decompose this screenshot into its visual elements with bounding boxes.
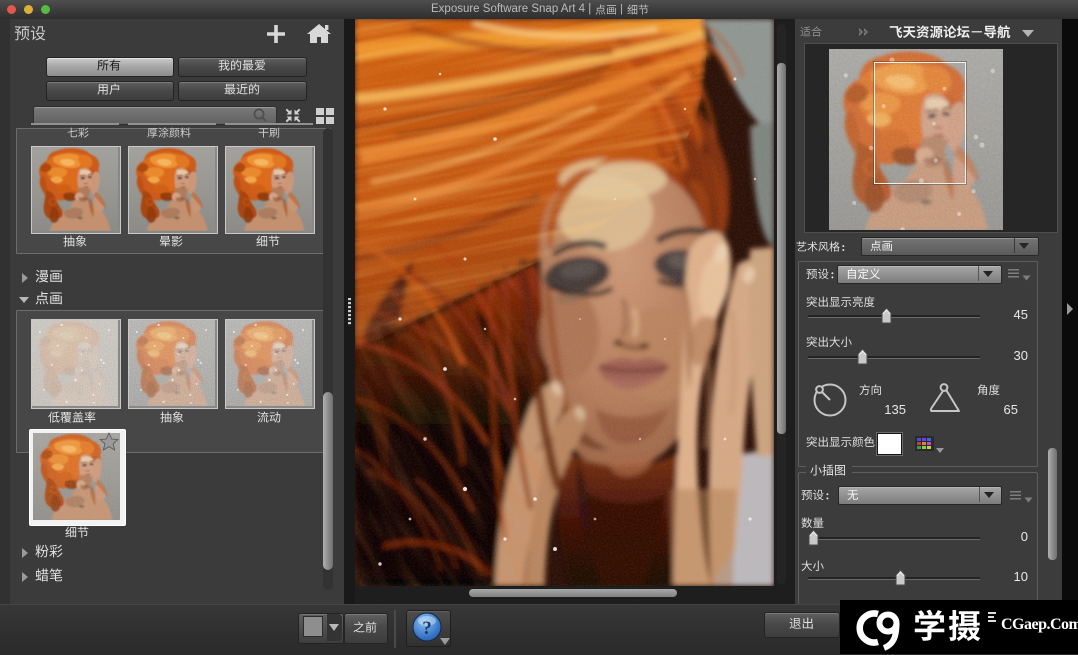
svg-text:?: ?: [422, 618, 432, 639]
